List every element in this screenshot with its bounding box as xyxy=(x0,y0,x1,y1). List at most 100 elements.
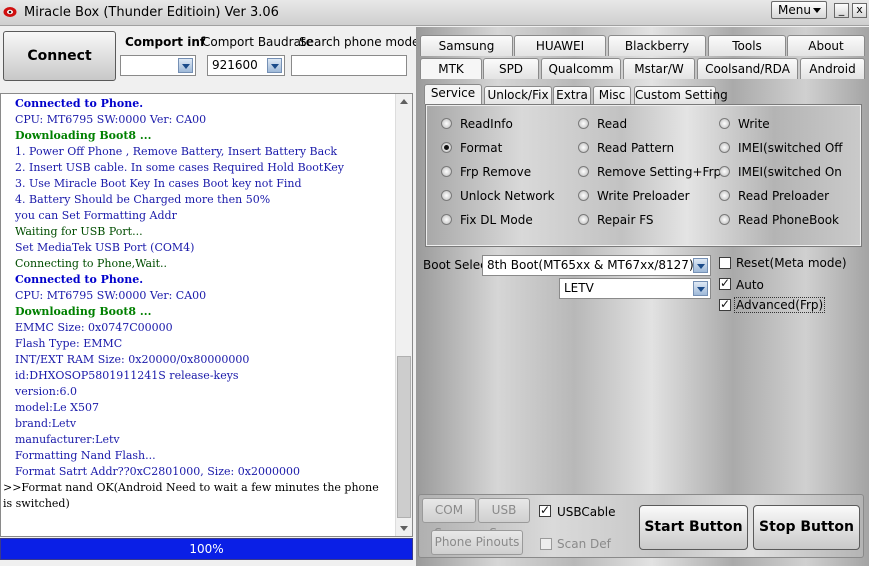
log-console[interactable]: Connected to Phone. CPU: MT6795 SW:0000 V… xyxy=(0,93,413,537)
option-readinfo[interactable]: ReadInfo xyxy=(441,117,513,131)
subtab-unlock-fix[interactable]: Unlock/Fix xyxy=(484,86,552,104)
radio-button[interactable] xyxy=(719,190,730,201)
brand-select[interactable]: LETV xyxy=(559,278,711,299)
radio-button[interactable] xyxy=(578,142,589,153)
option-fix-dl-mode[interactable]: Fix DL Mode xyxy=(441,213,533,227)
option-write[interactable]: Write xyxy=(719,117,770,131)
radio-button[interactable] xyxy=(441,166,452,177)
title-bar: Miracle Box (Thunder Editioin) Ver 3.06 … xyxy=(0,0,869,26)
option-label: ReadInfo xyxy=(460,117,513,131)
subtab-custom-setting[interactable]: Custom Setting xyxy=(634,86,728,104)
menu-button[interactable]: Menu xyxy=(771,1,827,19)
option-label: Read PhoneBook xyxy=(738,213,840,227)
start-button[interactable]: Start Button xyxy=(639,505,748,550)
option-label: Write Preloader xyxy=(597,189,690,203)
radio-button[interactable] xyxy=(719,214,730,225)
tab-spd[interactable]: SPD xyxy=(483,58,539,79)
brand-select-value: LETV xyxy=(564,281,594,295)
option-read-pattern[interactable]: Read Pattern xyxy=(578,141,674,155)
reset-meta-label: Reset(Meta mode) xyxy=(736,256,847,270)
tab-about[interactable]: About xyxy=(787,35,865,56)
scan-def-label: Scan Def xyxy=(557,537,611,551)
app-logo-icon xyxy=(3,7,17,17)
usb-scan-button[interactable]: USB Scan xyxy=(478,498,530,540)
option-remove-setting-frp[interactable]: Remove Setting+Frp xyxy=(578,165,721,179)
option-label: Repair FS xyxy=(597,213,654,227)
boot-select[interactable]: 8th Boot(MT65xx & MT67xx/8127) xyxy=(482,255,711,276)
minimize-icon: _ xyxy=(838,3,845,16)
tab-samsung[interactable]: Samsung xyxy=(420,35,513,56)
tab-qualcomm[interactable]: Qualcomm xyxy=(541,58,621,79)
option-format[interactable]: Format xyxy=(441,141,502,155)
dropdown-arrow-icon[interactable] xyxy=(693,281,708,296)
option-label: IMEI(switched Off xyxy=(738,141,843,155)
stop-button[interactable]: Stop Button xyxy=(753,505,860,550)
option-frp-remove[interactable]: Frp Remove xyxy=(441,165,531,179)
log-line: EMMC Size: 0x0747C00000 xyxy=(15,321,173,334)
connect-button[interactable]: Connect Button xyxy=(3,31,116,112)
subtab-extra[interactable]: Extra xyxy=(553,86,591,104)
option-read[interactable]: Read xyxy=(578,117,627,131)
subtab-service[interactable]: Service xyxy=(424,84,482,104)
tab-tools[interactable]: Tools xyxy=(708,35,786,56)
log-line: Set MediaTek USB Port (COM4) xyxy=(15,241,195,254)
option-read-phonebook[interactable]: Read PhoneBook xyxy=(719,213,839,227)
dropdown-arrow-icon[interactable] xyxy=(267,58,282,73)
radio-button[interactable] xyxy=(441,118,452,129)
search-phone-input[interactable] xyxy=(291,55,407,76)
phone-pinouts-button[interactable]: Phone Pinouts xyxy=(431,530,523,555)
radio-button[interactable] xyxy=(578,214,589,225)
option-label: Read Preloader xyxy=(738,189,830,203)
auto-label: Auto xyxy=(736,278,764,292)
scroll-thumb[interactable] xyxy=(397,356,411,518)
scroll-up-icon[interactable] xyxy=(396,94,412,110)
scroll-down-icon[interactable] xyxy=(396,520,412,536)
radio-button[interactable] xyxy=(719,118,730,129)
tab-mstar[interactable]: Mstar/W xyxy=(623,58,695,79)
subtab-misc[interactable]: Misc xyxy=(593,86,631,104)
tab-coolsand[interactable]: Coolsand/RDA xyxy=(697,58,798,79)
option-unlock-network[interactable]: Unlock Network xyxy=(441,189,555,203)
log-line: manufacturer:Letv xyxy=(15,433,120,446)
option-read-preloader[interactable]: Read Preloader xyxy=(719,189,829,203)
log-line: 1. Power Off Phone , Remove Battery, Ins… xyxy=(15,145,338,158)
baudrate-select[interactable]: 921600 xyxy=(207,55,285,76)
checkbox-box[interactable] xyxy=(540,538,552,550)
tab-blackberry[interactable]: Blackberry xyxy=(608,35,706,56)
radio-button[interactable] xyxy=(441,142,452,153)
baudrate-value: 921600 xyxy=(212,58,258,72)
checkbox-box[interactable] xyxy=(719,297,731,311)
radio-button[interactable] xyxy=(578,118,589,129)
tab-android[interactable]: Android xyxy=(800,58,865,79)
minimize-button[interactable]: _ xyxy=(834,3,849,18)
dropdown-arrow-icon[interactable] xyxy=(178,58,193,73)
log-line: INT/EXT RAM Size: 0x20000/0x80000000 xyxy=(15,353,250,366)
radio-button[interactable] xyxy=(719,142,730,153)
com-scan-button[interactable]: COM Scan xyxy=(422,498,476,540)
checkbox-box[interactable] xyxy=(719,276,731,290)
option-label: Write xyxy=(738,117,770,131)
comport-inf-select[interactable] xyxy=(120,55,196,76)
close-button[interactable]: x xyxy=(852,3,867,18)
boot-select-value: 8th Boot(MT65xx & MT67xx/8127) xyxy=(487,258,694,272)
window-title: Miracle Box (Thunder Editioin) Ver 3.06 xyxy=(24,5,279,20)
option-write-preloader[interactable]: Write Preloader xyxy=(578,189,690,203)
radio-button[interactable] xyxy=(441,190,452,201)
option-label: IMEI(switched On xyxy=(738,165,842,179)
checkbox-box[interactable] xyxy=(719,257,731,269)
tab-mtk[interactable]: MTK xyxy=(420,58,482,79)
radio-button[interactable] xyxy=(578,166,589,177)
option-repair-fs[interactable]: Repair FS xyxy=(578,213,654,227)
option-imei-switched-off[interactable]: IMEI(switched Off xyxy=(719,141,843,155)
radio-button[interactable] xyxy=(719,166,730,177)
log-scrollbar[interactable] xyxy=(395,94,412,536)
radio-button[interactable] xyxy=(441,214,452,225)
checkbox-box[interactable] xyxy=(539,503,551,517)
option-label: Remove Setting+Frp xyxy=(597,165,722,179)
option-imei-switched-on[interactable]: IMEI(switched On xyxy=(719,165,842,179)
log-line: Format Satrt Addr??0xC2801000, Size: 0x2… xyxy=(15,465,300,478)
radio-button[interactable] xyxy=(578,190,589,201)
log-final-line: >>Format nand OK(Android Need to wait a … xyxy=(3,481,379,510)
tab-huawei[interactable]: HUAWEI xyxy=(514,35,606,56)
dropdown-arrow-icon[interactable] xyxy=(693,258,708,273)
